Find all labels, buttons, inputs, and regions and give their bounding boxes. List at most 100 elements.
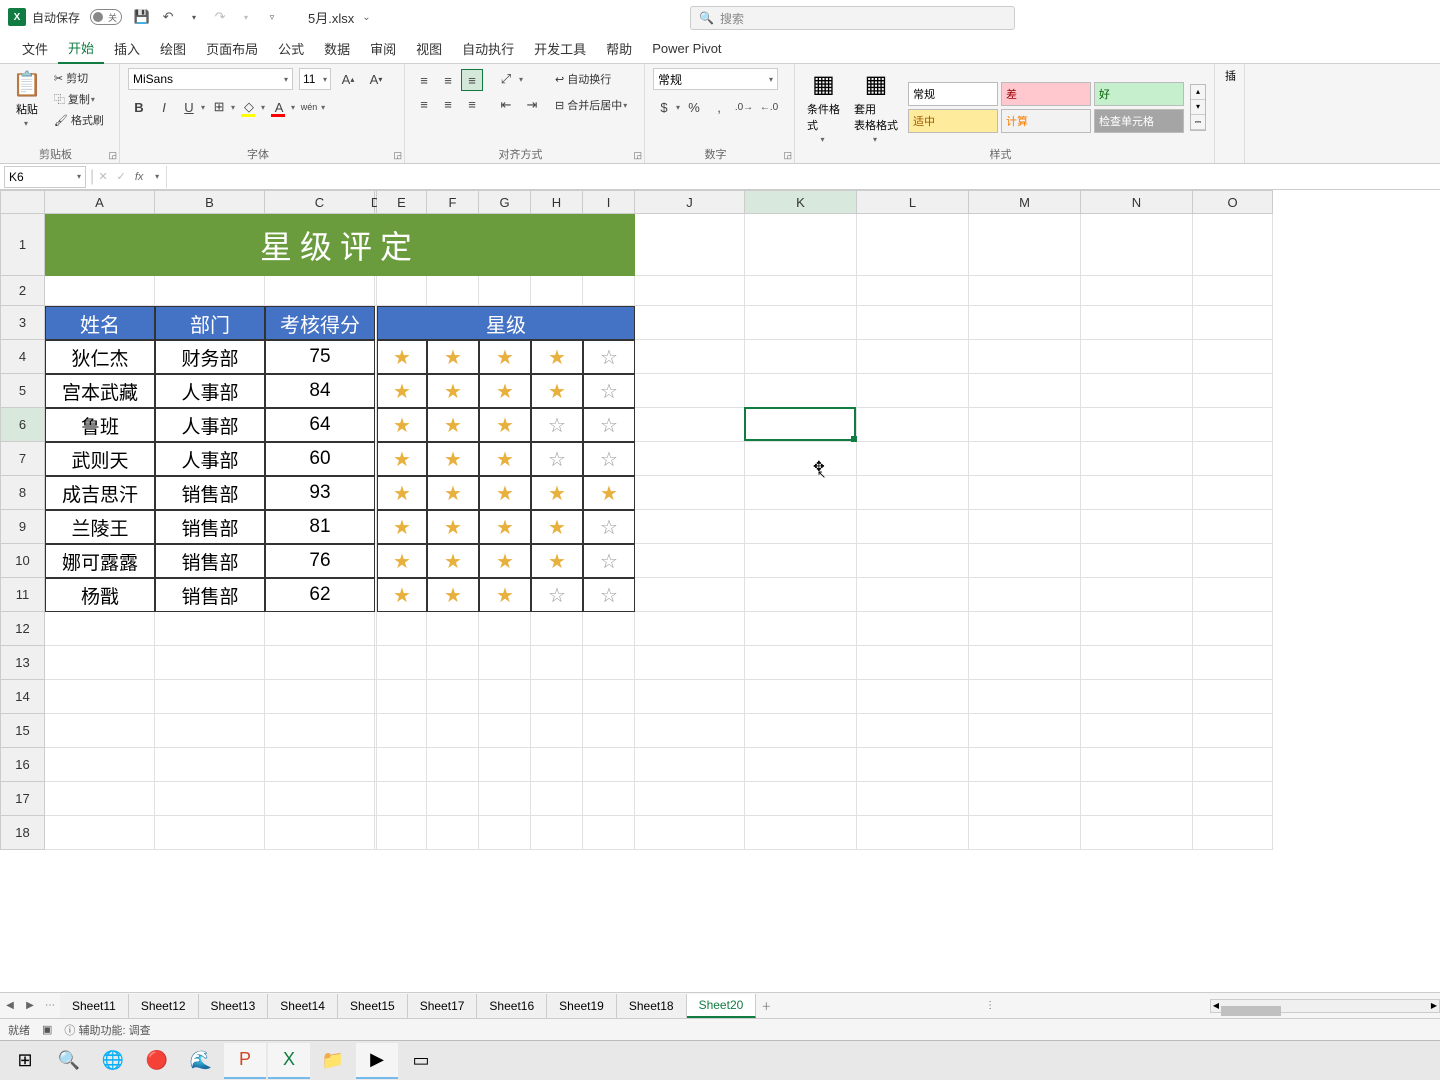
col-header-K[interactable]: K	[745, 190, 857, 214]
cell-name[interactable]: 娜可露露	[45, 544, 155, 578]
search-bar[interactable]: 🔍 搜索	[690, 6, 1015, 30]
row-header-12[interactable]: 12	[0, 612, 45, 646]
new-sheet-button[interactable]: ＋	[756, 996, 776, 1016]
start-button[interactable]: ⊞	[4, 1043, 46, 1079]
chevron-down-icon[interactable]: ⌄	[362, 12, 370, 23]
chevron-down-icon[interactable]: ▾	[148, 168, 166, 186]
cell-star[interactable]: ★	[427, 340, 479, 374]
cell-dept[interactable]: 财务部	[155, 340, 265, 374]
style-good[interactable]: 好	[1094, 82, 1184, 106]
sheet-nav-prev[interactable]: ◀	[0, 996, 20, 1016]
cell-star[interactable]: ★	[479, 442, 531, 476]
tab-页面布局[interactable]: 页面布局	[196, 34, 268, 64]
align-center-button[interactable]: ≡	[437, 93, 459, 115]
cell-star[interactable]: ★	[531, 340, 583, 374]
cell-star[interactable]: ★	[427, 476, 479, 510]
align-middle-button[interactable]: ≡	[437, 69, 459, 91]
currency-button[interactable]: $	[653, 96, 675, 118]
cancel-icon[interactable]: ✕	[94, 168, 112, 186]
col-header-H[interactable]: H	[531, 190, 583, 214]
cell-star[interactable]: ★	[427, 408, 479, 442]
tab-帮助[interactable]: 帮助	[596, 34, 642, 64]
redo-icon[interactable]: ↷	[210, 7, 230, 27]
row-header-9[interactable]: 9	[0, 510, 45, 544]
decrease-indent-button[interactable]: ⇤	[495, 94, 517, 116]
cell-star[interactable]: ☆	[531, 578, 583, 612]
font-color-button[interactable]: A	[268, 96, 290, 118]
orientation-button[interactable]: ⤢	[495, 68, 517, 90]
cell-star[interactable]: ★	[377, 374, 427, 408]
sheet-options-icon[interactable]: ⋮	[980, 996, 1000, 1016]
enter-icon[interactable]: ✓	[112, 168, 130, 186]
macro-record-icon[interactable]: ▣	[42, 1023, 52, 1036]
align-bottom-button[interactable]: ≡	[461, 69, 483, 91]
cell-score[interactable]: 62	[265, 578, 375, 612]
cell-star[interactable]: ★	[427, 510, 479, 544]
row-header-1[interactable]: 1	[0, 214, 45, 276]
sheet-tab-Sheet12[interactable]: Sheet12	[129, 994, 199, 1018]
font-size-combo[interactable]: 11▾	[299, 68, 331, 90]
sheet-tab-Sheet17[interactable]: Sheet17	[408, 994, 478, 1018]
row-header-16[interactable]: 16	[0, 748, 45, 782]
header-dept[interactable]: 部门	[155, 306, 265, 340]
horizontal-scrollbar[interactable]: ◀▶	[1210, 999, 1440, 1013]
cell-star[interactable]: ★	[427, 374, 479, 408]
cell-star[interactable]: ☆	[583, 578, 635, 612]
row-header-2[interactable]: 2	[0, 276, 45, 306]
tab-数据[interactable]: 数据	[314, 34, 360, 64]
cell-star[interactable]: ★	[479, 510, 531, 544]
tab-Power Pivot[interactable]: Power Pivot	[642, 34, 731, 64]
tab-插入[interactable]: 插入	[104, 34, 150, 64]
cell-star[interactable]: ☆	[583, 544, 635, 578]
accessibility-status[interactable]: ⓘ 辅助功能: 调查	[64, 1022, 150, 1038]
col-header-E[interactable]: E	[377, 190, 427, 214]
cell-star[interactable]: ★	[377, 408, 427, 442]
cell-dept[interactable]: 人事部	[155, 374, 265, 408]
style-bad[interactable]: 差	[1001, 82, 1091, 106]
sheet-tab-Sheet20[interactable]: Sheet20	[687, 994, 757, 1018]
copy-button[interactable]: ⿻复制▾	[54, 89, 104, 109]
sheet-tab-Sheet13[interactable]: Sheet13	[199, 994, 269, 1018]
col-header-C[interactable]: C	[265, 190, 375, 214]
style-calc[interactable]: 计算	[1001, 109, 1091, 133]
cell-star[interactable]: ★	[531, 374, 583, 408]
cell-dept[interactable]: 销售部	[155, 510, 265, 544]
col-header-L[interactable]: L	[857, 190, 969, 214]
align-top-button[interactable]: ≡	[413, 69, 435, 91]
col-header-N[interactable]: N	[1081, 190, 1193, 214]
cell-dept[interactable]: 人事部	[155, 408, 265, 442]
cell-name[interactable]: 鲁班	[45, 408, 155, 442]
style-normal[interactable]: 常规	[908, 82, 998, 106]
merge-center-button[interactable]: ⊟合并后居中▾	[555, 95, 627, 115]
video-app-icon[interactable]: ▶	[356, 1043, 398, 1079]
sheet-tab-Sheet18[interactable]: Sheet18	[617, 994, 687, 1018]
cell-name[interactable]: 狄仁杰	[45, 340, 155, 374]
dialog-launcher-icon[interactable]: ◲	[783, 150, 792, 161]
sheet-tab-Sheet19[interactable]: Sheet19	[547, 994, 617, 1018]
cell-star[interactable]: ★	[531, 544, 583, 578]
cell-star[interactable]: ★	[427, 578, 479, 612]
decrease-decimal-button[interactable]: ←.0	[758, 96, 780, 118]
qat-customize-icon[interactable]: ▿	[262, 7, 282, 27]
fill-color-button[interactable]: ◇	[238, 96, 260, 118]
tab-公式[interactable]: 公式	[268, 34, 314, 64]
sheet-tab-Sheet14[interactable]: Sheet14	[268, 994, 338, 1018]
chevron-down-icon[interactable]: ▾	[184, 7, 204, 27]
comma-button[interactable]: ,	[708, 96, 730, 118]
style-neutral[interactable]: 适中	[908, 109, 998, 133]
formula-input[interactable]	[166, 166, 1440, 188]
dialog-launcher-icon[interactable]: ◲	[393, 150, 402, 161]
cell-name[interactable]: 成吉思汗	[45, 476, 155, 510]
powerpoint-icon[interactable]: P	[224, 1043, 266, 1079]
col-header-O[interactable]: O	[1193, 190, 1273, 214]
insert-cells-button[interactable]: 插	[1223, 68, 1236, 83]
col-header-I[interactable]: I	[583, 190, 635, 214]
cell-star[interactable]: ★	[377, 578, 427, 612]
undo-icon[interactable]: ↶	[158, 7, 178, 27]
tab-自动执行[interactable]: 自动执行	[452, 34, 524, 64]
cell-star[interactable]: ☆	[583, 442, 635, 476]
cell-dept[interactable]: 人事部	[155, 442, 265, 476]
header-name[interactable]: 姓名	[45, 306, 155, 340]
cell-star[interactable]: ★	[583, 476, 635, 510]
cell-score[interactable]: 76	[265, 544, 375, 578]
